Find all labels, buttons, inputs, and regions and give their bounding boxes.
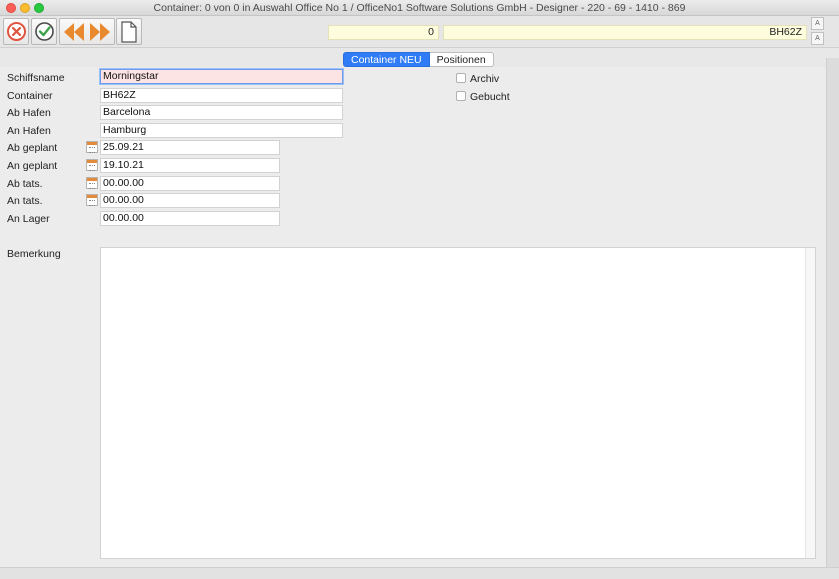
new-document-icon: [121, 20, 137, 43]
archiv-checkbox[interactable]: [456, 73, 466, 83]
tab-bar: Container NEU Positionen: [343, 52, 494, 68]
calendar-icon[interactable]: [86, 194, 98, 206]
record-navigation: [59, 18, 115, 45]
archiv-label: Archiv: [470, 73, 500, 85]
gebucht-checkbox[interactable]: [456, 91, 466, 101]
calendar-icon[interactable]: [86, 141, 98, 153]
an-lager-label: An Lager: [7, 213, 50, 225]
an-hafen-label: An Hafen: [7, 125, 51, 137]
new-record-button[interactable]: [116, 18, 142, 45]
an-lager-input[interactable]: 00.00.00: [100, 211, 280, 226]
record-number-field: 0: [328, 25, 439, 40]
bemerkung-textarea[interactable]: [100, 247, 816, 559]
status-bar: [0, 567, 839, 579]
ab-tats-label: Ab tats.: [7, 178, 43, 190]
ab-hafen-label: Ab Hafen: [7, 107, 51, 119]
an-tats-input[interactable]: 00.00.00: [100, 193, 280, 208]
font-size-down-button[interactable]: A: [811, 32, 824, 45]
tab-positionen[interactable]: Positionen: [429, 52, 494, 67]
ok-button[interactable]: [31, 18, 57, 45]
an-tats-label: An tats.: [7, 195, 43, 207]
arrow-right-icon[interactable]: [87, 21, 113, 43]
calendar-icon[interactable]: [86, 177, 98, 189]
window-title: Container: 0 von 0 in Auswahl Office No …: [153, 2, 686, 14]
container-input[interactable]: BH62Z: [100, 88, 343, 103]
an-hafen-input[interactable]: Hamburg: [100, 123, 343, 138]
container-label: Container: [7, 90, 53, 102]
schiffsname-label: Schiffsname: [7, 72, 65, 84]
title-bar: Container: 0 von 0 in Auswahl Office No …: [0, 0, 839, 16]
an-geplant-input[interactable]: 19.10.21: [100, 158, 280, 173]
right-scrollbar[interactable]: [826, 58, 839, 567]
ab-geplant-label: Ab geplant: [7, 142, 58, 154]
record-code-field: BH62Z: [443, 25, 807, 40]
gebucht-label: Gebucht: [470, 91, 510, 103]
bemerkung-label: Bemerkung: [7, 248, 61, 260]
font-size-up-button[interactable]: A: [811, 17, 824, 30]
ab-tats-input[interactable]: 00.00.00: [100, 176, 280, 191]
memo-scrollbar[interactable]: [805, 248, 815, 558]
schiffsname-input[interactable]: Morningstar: [100, 69, 343, 84]
an-geplant-label: An geplant: [7, 160, 58, 172]
tab-container-neu[interactable]: Container NEU: [343, 52, 430, 67]
arrow-left-icon[interactable]: [61, 21, 87, 43]
cancel-button[interactable]: [3, 18, 29, 45]
ab-geplant-input[interactable]: 25.09.21: [100, 140, 280, 155]
calendar-icon[interactable]: [86, 159, 98, 171]
ab-hafen-input[interactable]: Barcelona: [100, 105, 343, 120]
cancel-circle-icon: [6, 22, 26, 41]
check-circle-icon: [34, 22, 54, 41]
